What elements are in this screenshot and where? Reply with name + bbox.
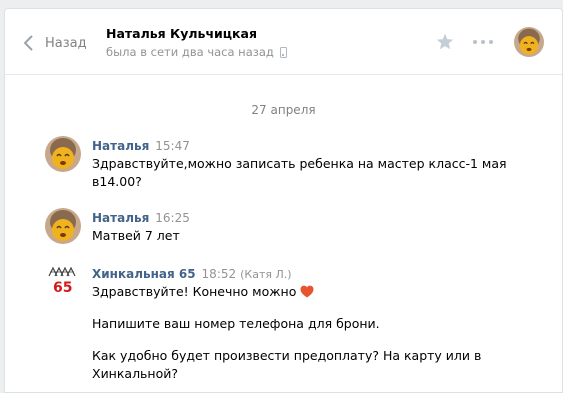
message-header: Хинкальная 65 18:52 (Катя Л.) <box>92 267 292 281</box>
heart-emoji-icon <box>300 285 314 298</box>
message-item: Наталья 15:47 Здравствуйте,можно записать… <box>45 136 545 189</box>
avatar[interactable] <box>45 208 81 244</box>
message-time[interactable]: 16:25 <box>155 211 190 225</box>
message-text-line: Напишите ваш номер телефона для брони. <box>92 316 380 331</box>
message-text-line: в14.00? <box>92 174 142 189</box>
message-header: Наталья 15:47 <box>92 139 190 153</box>
message-text-line: Матвей 7 лет <box>92 228 180 243</box>
star-icon[interactable] <box>435 32 455 52</box>
peer-status-text: была в сети два часа назад <box>106 45 274 59</box>
message-author[interactable]: Наталья <box>92 139 149 153</box>
message-author[interactable]: Наталья <box>92 211 149 225</box>
peer-info: Наталья Кульчицкая была в сети два часа … <box>106 26 287 59</box>
peer-status: была в сети два часа назад <box>106 45 287 59</box>
date-divider: 27 апреля <box>251 103 316 117</box>
message-text-line: Здравствуйте,можно записать ребенка на м… <box>92 156 507 171</box>
back-button[interactable]: Назад <box>23 32 87 54</box>
logo[interactable]: 65 <box>45 264 81 300</box>
phone-icon <box>279 46 287 58</box>
message-text: Здравствуйте! Конечно можно <box>92 284 297 299</box>
avatar[interactable] <box>45 136 81 172</box>
message-text-line: Хинкальной? <box>92 366 179 381</box>
message-sender: (Катя Л.) <box>240 268 292 281</box>
logo-mark-icon <box>48 266 76 277</box>
message-time[interactable]: 15:47 <box>155 139 190 153</box>
message-item: Наталья 16:25 Матвей 7 лет <box>45 208 545 248</box>
peer-avatar[interactable] <box>514 27 544 57</box>
message-author[interactable]: Хинкальная 65 <box>92 267 196 281</box>
peer-name[interactable]: Наталья Кульчицкая <box>106 26 287 41</box>
chat-header: Назад Наталья Кульчицкая была в сети два… <box>5 9 562 75</box>
chat-panel: Назад Наталья Кульчицкая была в сети два… <box>4 8 563 393</box>
logo-number: 65 <box>53 280 73 296</box>
back-label: Назад <box>45 35 87 51</box>
message-time[interactable]: 18:52 <box>202 267 237 281</box>
message-item: 65 Хинкальная 65 18:52 (Катя Л.) Здравству… <box>45 264 545 392</box>
message-header: Наталья 16:25 <box>92 211 190 225</box>
chevron-left-icon <box>24 35 33 51</box>
more-icon[interactable] <box>473 35 493 49</box>
message-text-line: Здравствуйте! Конечно можно <box>92 282 314 302</box>
message-text-line: Как удобно будет произвести предоплату? … <box>92 348 482 363</box>
